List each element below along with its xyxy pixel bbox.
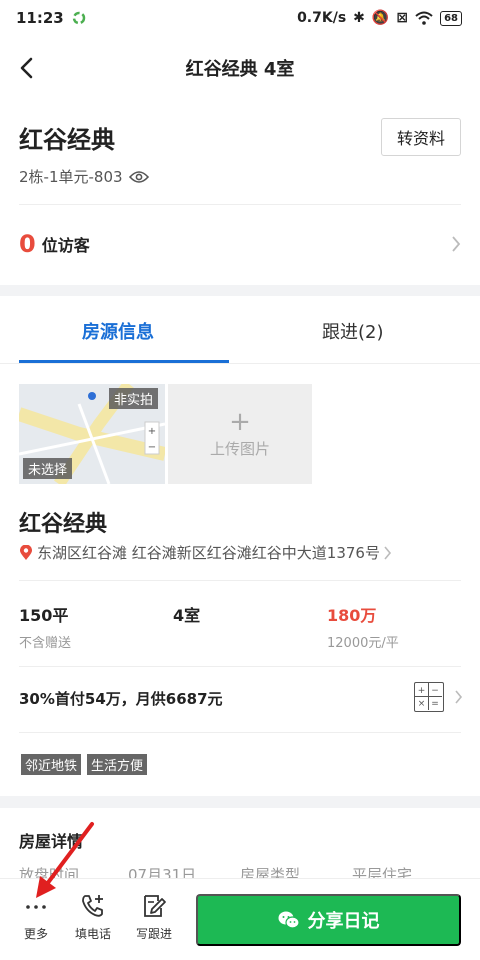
property-name: 红谷经典 <box>19 512 108 537</box>
chevron-right-icon <box>384 545 391 560</box>
tab-follow-up[interactable]: 跟进(2) <box>322 318 384 344</box>
payment-plan: 30%首付54万，月供6687元 <box>19 690 223 708</box>
area-value: 150平 <box>19 606 69 625</box>
battery-icon: 68 <box>440 10 462 26</box>
phone-add-icon <box>82 895 103 917</box>
not-real-photo-tag: 非实拍 <box>109 388 159 409</box>
more-label: 更多 <box>23 927 48 941</box>
status-bar: 11:23 0.7K/s ✱ 🔕 ⊠ 68 <box>0 0 480 36</box>
plus-icon: + <box>229 406 251 437</box>
bluetooth-icon: ✱ <box>353 10 365 26</box>
tag-near-subway: 邻近地铁 <box>21 754 82 775</box>
share-diary-button[interactable]: 分享日记 <box>196 894 461 946</box>
write-follow-up-button[interactable]: 写跟进 <box>132 893 176 942</box>
svg-text:+: + <box>418 686 426 696</box>
bottom-action-bar: 更多 填电话 写跟进 分享日记 <box>0 878 480 960</box>
tag-list: 邻近地铁 生活方便 <box>21 754 148 775</box>
price-value: 180万 <box>327 606 377 625</box>
visitor-label: 位访客 <box>41 236 90 255</box>
share-label: 分享日记 <box>307 911 380 931</box>
svg-text:−: − <box>431 686 439 696</box>
tab-property-info[interactable]: 房源信息 <box>82 318 154 344</box>
visitor-count: 0 <box>19 230 36 258</box>
unselected-tag[interactable]: 未选择 <box>23 458 73 479</box>
upload-label: 上传图片 <box>209 439 270 458</box>
svg-text:×: × <box>418 699 426 709</box>
location-pin-icon <box>20 544 32 560</box>
unit-label: 2栋-1单元-803 <box>19 168 123 186</box>
app-notification-icon <box>72 11 85 25</box>
area-note: 不含赠送 <box>19 636 72 651</box>
svg-text:−: − <box>148 442 156 453</box>
network-speed: 0.7K/s <box>297 10 347 26</box>
wechat-icon <box>278 911 300 929</box>
sim-icon: ⊠ <box>396 10 409 26</box>
divider <box>19 732 461 733</box>
more-dots-icon <box>26 905 46 909</box>
page-title: 红谷经典 4室 <box>185 59 295 80</box>
divider <box>19 666 461 667</box>
tab-indicator <box>19 360 229 363</box>
call-label: 填电话 <box>74 927 111 941</box>
house-header-card: 红谷经典 转资料 2栋-1单元-803 0 位访客 <box>0 100 480 285</box>
edit-note-icon <box>144 895 166 917</box>
main-card: 房源信息 跟进(2) + − 非实拍 未选择 + 上传图片 红谷经典 东湖区红谷… <box>0 296 480 796</box>
eye-icon[interactable] <box>128 170 149 184</box>
tag-convenient-living: 生活方便 <box>87 754 148 775</box>
more-button[interactable]: 更多 <box>14 893 58 942</box>
unit-info: 2栋-1单元-803 <box>19 166 149 187</box>
divider <box>19 204 461 205</box>
upload-image-button[interactable]: + 上传图片 <box>168 384 312 484</box>
address-text: 东湖区红谷滩 红谷滩新区红谷滩红谷中大道1376号 <box>37 544 380 562</box>
rooms-value: 4室 <box>173 606 201 625</box>
house-name: 红谷经典 <box>19 126 115 154</box>
unit-price: 12000元/平 <box>327 636 399 651</box>
chevron-right-icon <box>455 690 463 704</box>
nav-bar: 红谷经典 4室 <box>0 36 480 100</box>
detail-title: 房屋详情 <box>19 832 84 851</box>
svg-text:+: + <box>148 426 156 437</box>
chevron-right-icon <box>452 236 461 252</box>
mute-icon: 🔕 <box>371 10 390 26</box>
svg-text:=: = <box>431 699 439 709</box>
transfer-data-button[interactable]: 转资料 <box>381 118 461 156</box>
area-stat: 150平 不含赠送 <box>19 602 71 651</box>
visitor-row[interactable]: 0 位访客 <box>19 226 461 262</box>
calculator-icon[interactable]: + − × = <box>414 682 444 712</box>
map-thumbnail[interactable]: + − 非实拍 未选择 <box>19 384 165 484</box>
divider <box>19 580 461 581</box>
wifi-icon <box>415 11 433 25</box>
rooms-stat: 4室 <box>173 602 200 626</box>
address-row[interactable]: 东湖区红谷滩 红谷滩新区红谷滩红谷中大道1376号 <box>19 542 463 563</box>
back-arrow-icon[interactable] <box>14 54 42 82</box>
call-button[interactable]: 填电话 <box>71 893 115 942</box>
price-stat: 180万 12000元/平 <box>327 602 399 651</box>
status-time: 11:23 <box>16 9 64 27</box>
follow-up-label: 写跟进 <box>135 927 172 941</box>
tab-bar: 房源信息 跟进(2) <box>0 296 480 364</box>
